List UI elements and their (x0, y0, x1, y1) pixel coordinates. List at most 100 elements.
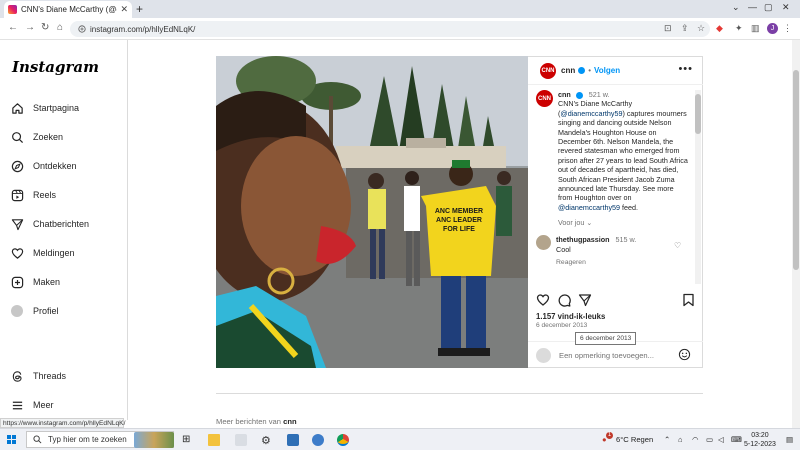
caption-scrollbar[interactable] (695, 90, 701, 284)
paint-icon[interactable] (235, 434, 247, 446)
extension-icon[interactable]: ◆ (716, 23, 723, 34)
profile-avatar[interactable]: J (767, 23, 778, 34)
install-icon[interactable]: ⊡ (664, 23, 672, 34)
share-post-icon[interactable] (578, 293, 592, 310)
bookmark-star-icon[interactable]: ☆ (697, 23, 705, 34)
wifi-icon[interactable]: ◠ (692, 435, 699, 444)
caption-time: 521 w. (588, 90, 610, 99)
caption-scroll-thumb[interactable] (695, 94, 701, 134)
address-bar: ← → ↻ ⌂ instagram.com/p/hllyEdNLqK/ ⊡ ⇪ … (0, 18, 800, 40)
status-url: https://www.instagram.com/p/hllyEdNLqK/ (0, 418, 125, 428)
maximize-icon[interactable]: ▢ (764, 2, 773, 13)
collapse-icon[interactable]: ⌄ (732, 2, 740, 13)
sidebar-item-label: Startpagina (33, 103, 80, 113)
weather-text[interactable]: 6°C Regen (616, 435, 653, 444)
sidebar-item-reels[interactable]: Reels (10, 185, 120, 205)
caption-mention[interactable]: @dianemccarthy59 (560, 109, 622, 118)
comment-username[interactable]: thethugpassion (556, 235, 610, 244)
windows-start-icon[interactable] (7, 435, 17, 445)
caption-part: feed. (620, 202, 639, 212)
sidebar-item-create[interactable]: Maken (10, 272, 120, 292)
photos-icon[interactable] (287, 434, 299, 446)
app-icon[interactable] (312, 434, 324, 446)
caption-username[interactable]: cnn (558, 90, 571, 99)
caption-part: ) captures mourners singing and dancing … (558, 108, 688, 203)
commenter-avatar[interactable] (536, 235, 551, 251)
comment-icon[interactable] (557, 293, 571, 310)
file-explorer-icon[interactable] (208, 434, 220, 446)
task-view-icon[interactable]: ⊞ (182, 434, 194, 446)
clock-date: 5-12-2023 (744, 441, 776, 448)
tab-close-icon[interactable]: ✕ (120, 4, 128, 15)
follow-button[interactable]: Volgen (594, 66, 620, 75)
save-post-icon[interactable] (682, 293, 695, 310)
sidebar-item-home[interactable]: Startpagina (10, 98, 120, 118)
browser-tab[interactable]: CNN's Diane McCarthy (@diane ✕ (4, 1, 132, 18)
chevron-down-icon: ⌄ (586, 218, 593, 228)
sidebar-item-profile[interactable]: Profiel (10, 301, 120, 321)
share-icon[interactable]: ⇪ (681, 23, 689, 34)
extensions-puzzle-icon[interactable]: ✦ (735, 23, 743, 34)
browser-menu-icon[interactable]: ⋮ (783, 23, 792, 34)
search-highlight-icon[interactable] (134, 432, 174, 448)
chevron-up-icon[interactable]: ⌃ (664, 435, 670, 444)
reels-icon (10, 188, 24, 202)
minimize-icon[interactable]: — (748, 2, 757, 12)
tab-title: CNN's Diane McCarthy (@diane (21, 5, 117, 14)
home-button-icon[interactable]: ⌂ (57, 22, 63, 33)
like-icon[interactable] (536, 293, 550, 310)
voor-jou-label: Voor jou (558, 218, 585, 228)
comment-like-icon[interactable]: ♡ (674, 241, 681, 267)
post-header: CNN cnn • Volgen ••• (528, 57, 703, 85)
back-icon[interactable]: ← (8, 22, 18, 33)
battery-icon[interactable]: ▭ (706, 435, 713, 444)
sidebar-item-messages[interactable]: Chatberichten (10, 214, 120, 234)
page-scroll-thumb[interactable] (793, 70, 799, 270)
side-panel-icon[interactable]: ▥ (751, 23, 760, 34)
caption-mention[interactable]: @dianemccarthy59 (558, 203, 620, 212)
avatar-icon (10, 304, 24, 318)
notification-badge: 1 (606, 432, 613, 439)
language-icon[interactable]: ⌨ (731, 435, 742, 444)
comment-text: Cool (556, 244, 571, 254)
network-icon[interactable]: ⌂ (678, 435, 683, 444)
add-comment-bar: Een opmerking toevoegen... (528, 341, 703, 369)
cnn-avatar[interactable]: CNN (536, 90, 553, 107)
separator-dot: • (588, 66, 592, 75)
chrome-icon[interactable] (337, 434, 349, 446)
window-close-icon[interactable]: ✕ (782, 2, 790, 13)
translation-toggle[interactable]: Voor jou ⌄ (558, 218, 694, 227)
post-side-panel: CNN cnn • Volgen ••• CNN cnn 521 w. CNN'… (528, 56, 703, 368)
forward-icon[interactable]: → (25, 22, 35, 33)
comment-time: 515 w. (615, 235, 637, 245)
reload-icon[interactable]: ↻ (41, 22, 49, 33)
more-posts-user[interactable]: cnn (283, 417, 297, 426)
reply-button[interactable]: Reageren (556, 258, 674, 267)
taskbar-search-placeholder: Typ hier om te zoeken (48, 435, 127, 444)
notification-center-icon[interactable]: ▤ (786, 435, 793, 444)
post-actions (536, 293, 696, 309)
cnn-avatar[interactable]: CNN (540, 62, 556, 79)
sidebar-item-threads[interactable]: Threads (10, 366, 120, 386)
post-username[interactable]: cnn (561, 66, 575, 75)
volume-icon[interactable]: ◁ (718, 435, 724, 444)
post-photo[interactable]: ANC MEMBER ANC LEADER FOR LIFE (216, 56, 528, 368)
shirt-text-line3: FOR LIFE (443, 226, 475, 233)
settings-gear-icon[interactable]: ⚙ (261, 434, 273, 447)
post-date: 6 december 2013 (536, 322, 588, 329)
page-scrollbar[interactable] (792, 40, 800, 428)
comment: thethugpassion 515 w. Cool Reageren ♡ (536, 235, 694, 267)
sidebar-item-notifications[interactable]: Meldingen (10, 243, 120, 263)
more-posts-prefix: Meer berichten van (216, 417, 282, 426)
sidebar-item-search[interactable]: Zoeken (10, 127, 120, 147)
taskbar-clock[interactable]: 03:20 5-12-2023 (744, 431, 776, 449)
emoji-icon[interactable] (678, 348, 691, 364)
sidebar-item-more[interactable]: Meer (10, 395, 120, 415)
site-info-icon[interactable] (78, 25, 86, 33)
instagram-logo[interactable]: Instagram (12, 58, 99, 76)
url-field[interactable]: instagram.com/p/hllyEdNLqK/ (70, 21, 710, 37)
like-count[interactable]: 1.157 vind-ik-leuks (536, 312, 605, 321)
new-tab-icon[interactable]: + (136, 2, 143, 16)
sidebar-item-explore[interactable]: Ontdekken (10, 156, 120, 176)
more-options-icon[interactable]: ••• (678, 63, 693, 75)
